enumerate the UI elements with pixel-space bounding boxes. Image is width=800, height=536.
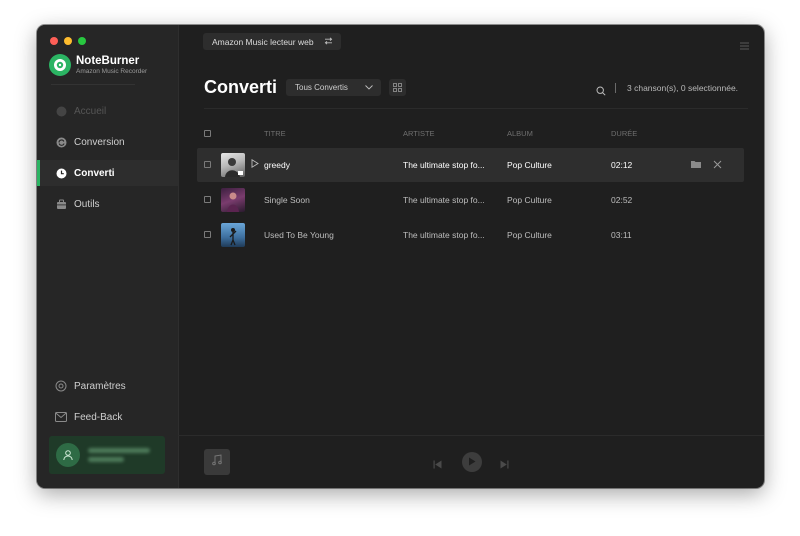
row-checkbox[interactable]	[204, 231, 211, 238]
sidebar-item-converti[interactable]: Converti	[37, 160, 178, 186]
sidebar-item-accueil[interactable]: Accueil	[37, 98, 178, 124]
header-divider	[615, 83, 616, 93]
column-header-duration[interactable]: DURÉE	[611, 129, 637, 138]
column-header-artist[interactable]: ARTISTE	[403, 129, 435, 138]
app-window: NoteBurner Amazon Music Recorder Accueil…	[37, 25, 764, 488]
noteburner-logo-icon	[49, 54, 71, 76]
zoom-window-button[interactable]	[78, 37, 86, 45]
table-row[interactable]: Single Soon The ultimate stop fo... Pop …	[197, 183, 744, 217]
row-checkbox[interactable]	[204, 161, 211, 168]
select-all-checkbox[interactable]	[204, 130, 211, 137]
column-header-album[interactable]: ALBUM	[507, 129, 533, 138]
table-row[interactable]: greedy The ultimate stop fo... Pop Cultu…	[197, 148, 744, 182]
source-selector-button[interactable]: Amazon Music lecteur web	[203, 33, 341, 50]
brand-name: NoteBurner	[76, 54, 140, 67]
track-artist: The ultimate stop fo...	[403, 230, 485, 240]
sidebar-item-label: Conversion	[74, 136, 125, 148]
clock-icon	[55, 167, 67, 179]
sidebar-item-feedback[interactable]: Feed-Back	[37, 404, 178, 430]
track-album: Pop Culture	[507, 230, 552, 240]
now-playing-artwork[interactable]	[204, 449, 230, 475]
track-duration: 02:12	[611, 160, 633, 170]
window-controls	[50, 37, 86, 45]
track-artist: The ultimate stop fo...	[403, 195, 485, 205]
filter-dropdown[interactable]: Tous Convertis	[286, 79, 381, 96]
sidebar-item-outils[interactable]: Outils	[37, 191, 178, 217]
track-album: Pop Culture	[507, 160, 552, 170]
avatar-icon	[56, 443, 80, 467]
filter-value: Tous Convertis	[295, 83, 348, 92]
row-checkbox[interactable]	[204, 196, 211, 203]
table-header: TITRE ARTISTE ALBUM DURÉE	[204, 129, 748, 141]
album-art-thumbnail	[221, 188, 245, 212]
sidebar-item-label: Accueil	[74, 105, 107, 117]
blurred-account-info	[88, 444, 150, 466]
sidebar-item-conversion[interactable]: Conversion	[37, 129, 178, 155]
music-note-icon	[211, 453, 223, 471]
play-icon[interactable]	[251, 158, 259, 170]
track-album: Pop Culture	[507, 195, 552, 205]
close-icon[interactable]	[713, 160, 722, 171]
settings-icon	[55, 380, 67, 392]
swap-icon	[324, 36, 333, 47]
chevron-down-icon	[365, 83, 373, 92]
play-button[interactable]	[462, 452, 482, 472]
track-artist: The ultimate stop fo...	[403, 160, 485, 170]
home-icon	[55, 105, 67, 117]
minimize-window-button[interactable]	[64, 37, 72, 45]
toolbox-icon	[55, 198, 67, 210]
track-title: Single Soon	[264, 195, 310, 205]
sidebar-item-label: Converti	[74, 167, 115, 179]
refresh-icon	[55, 136, 67, 148]
user-account-card[interactable]	[49, 436, 165, 474]
player-bar	[178, 435, 764, 488]
sidebar: NoteBurner Amazon Music Recorder Accueil…	[37, 25, 179, 488]
grid-icon	[393, 79, 402, 97]
sidebar-item-parametres[interactable]: Paramètres	[37, 373, 178, 399]
track-title: greedy	[264, 160, 290, 170]
main-content: Amazon Music lecteur web Converti Tous C…	[178, 25, 764, 488]
previous-icon[interactable]	[433, 456, 442, 474]
brand-subtitle: Amazon Music Recorder	[76, 67, 148, 75]
column-header-title[interactable]: TITRE	[264, 129, 286, 138]
play-icon	[468, 453, 476, 471]
hamburger-menu-icon[interactable]	[740, 37, 749, 55]
table-row[interactable]: Used To Be Young The ultimate stop fo...…	[197, 218, 744, 252]
track-title: Used To Be Young	[264, 230, 334, 240]
brand: NoteBurner Amazon Music Recorder	[49, 54, 147, 76]
track-duration: 02:52	[611, 195, 633, 205]
track-duration: 03:11	[611, 230, 632, 240]
header-divider-line	[204, 108, 748, 109]
search-icon[interactable]	[596, 83, 606, 101]
brand-divider	[51, 84, 135, 85]
selection-count: 3 chanson(s), 0 selectionnée.	[627, 83, 739, 93]
album-art-thumbnail	[221, 223, 245, 247]
source-label: Amazon Music lecteur web	[212, 36, 314, 47]
next-icon[interactable]	[500, 456, 509, 474]
mail-icon	[55, 411, 67, 423]
folder-icon[interactable]	[691, 160, 701, 170]
sidebar-item-label: Outils	[74, 198, 100, 210]
grid-view-button[interactable]	[389, 79, 406, 96]
sidebar-item-label: Feed-Back	[74, 411, 123, 423]
page-title: Converti	[204, 77, 278, 97]
close-window-button[interactable]	[50, 37, 58, 45]
sidebar-item-label: Paramètres	[74, 380, 126, 392]
album-art-thumbnail	[221, 153, 245, 177]
